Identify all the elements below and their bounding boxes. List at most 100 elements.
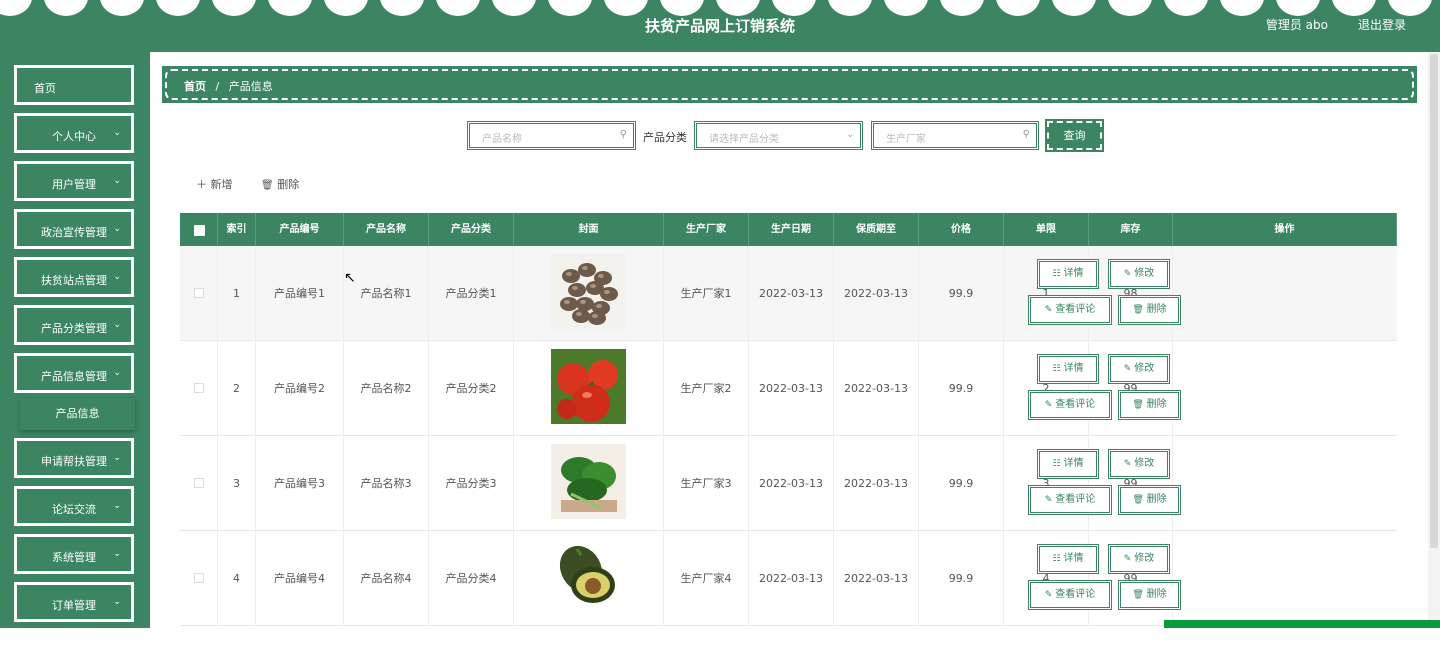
view-comments-button[interactable]: ✎ 查看评论 xyxy=(1028,390,1112,420)
scallop-shape xyxy=(156,0,200,16)
sidebar-item[interactable]: 用户管理 ⌄ xyxy=(14,161,134,201)
chevron-down-icon: ⌄ xyxy=(113,224,121,234)
row-delete-button[interactable]: 🗑 删除 xyxy=(1118,295,1181,325)
document-icon: ☷ xyxy=(1052,459,1064,469)
scallop-shape xyxy=(604,0,648,16)
row-delete-button-label: 删除 xyxy=(1146,494,1167,505)
column-header: 产品名称 xyxy=(344,213,429,246)
table-cell-price: 99.9 xyxy=(919,531,1004,626)
table-cell-category: 产品分类1 xyxy=(429,246,514,341)
select-all-checkbox[interactable] xyxy=(194,225,205,236)
table-row: 3 产品编号3 产品名称3 产品分类3 生产厂家3 2022-03-13 2022-03-1… xyxy=(180,436,1397,531)
table-cell-code: 产品编号2 xyxy=(256,341,344,436)
scallop-shape xyxy=(380,0,424,16)
search-button[interactable]: 查询 xyxy=(1045,119,1104,152)
edit-button[interactable]: ✎ 修改 xyxy=(1108,259,1170,289)
breadcrumb-home[interactable]: 首页 xyxy=(184,80,206,93)
row-checkbox[interactable] xyxy=(194,573,204,583)
table-cell-expiry: 2022-03-13 xyxy=(834,531,919,626)
row-delete-button[interactable]: 🗑 删除 xyxy=(1118,390,1181,420)
breadcrumb: 首页 / 产品信息 xyxy=(162,66,1417,103)
row-checkbox[interactable] xyxy=(194,288,204,298)
column-header: 产品编号 xyxy=(256,213,344,246)
table-cell-prod_date: 2022-03-13 xyxy=(749,531,834,626)
scallop-shape xyxy=(1052,0,1096,16)
detail-button[interactable]: ☷ 详情 xyxy=(1037,544,1099,574)
detail-button[interactable]: ☷ 详情 xyxy=(1037,259,1099,289)
row-delete-button[interactable]: 🗑 删除 xyxy=(1118,485,1181,515)
row-checkbox[interactable] xyxy=(194,383,204,393)
detail-button[interactable]: ☷ 详情 xyxy=(1037,354,1099,384)
product-name-search-input[interactable]: 产品名称 ⚲ xyxy=(467,121,636,150)
table-cell-expiry: 2022-03-13 xyxy=(834,246,919,341)
batch-delete-button[interactable]: 🗑 删除 xyxy=(261,176,299,192)
chevron-down-icon: ⌄ xyxy=(113,320,121,330)
logout-link[interactable]: 退出登录 xyxy=(1358,16,1406,33)
table-cell-price: 99.9 xyxy=(919,436,1004,531)
column-header: 操作 xyxy=(1173,213,1397,246)
pencil-icon: ✎ xyxy=(1123,269,1135,279)
document-icon: ☷ xyxy=(1052,364,1064,374)
top-header: 扶贫产品网上订销系统 管理员 abo 退出登录 xyxy=(0,0,1440,52)
row-select-cell xyxy=(180,531,218,626)
sidebar-subitem-product-info[interactable]: 产品信息 xyxy=(20,398,135,430)
search-icon: ⚲ xyxy=(619,129,627,140)
scallop-shape xyxy=(324,0,368,16)
edit-button[interactable]: ✎ 修改 xyxy=(1108,544,1170,574)
trash-icon: 🗑 xyxy=(1132,495,1147,505)
row-checkbox[interactable] xyxy=(194,478,204,488)
table-row: 2 产品编号2 产品名称2 产品分类2 生产厂家2 2022-03-13 2022-03-1… xyxy=(180,341,1397,436)
edit-button[interactable]: ✎ 修改 xyxy=(1108,449,1170,479)
view-comments-button[interactable]: ✎ 查看评论 xyxy=(1028,580,1112,610)
pencil-icon: ✎ xyxy=(1123,459,1135,469)
row-delete-button[interactable]: 🗑 删除 xyxy=(1118,580,1181,610)
pencil-icon: ✎ xyxy=(1044,305,1056,315)
column-header: 封面 xyxy=(514,213,664,246)
search-icon: ⚲ xyxy=(1022,129,1030,140)
sidebar-item[interactable]: 产品分类管理 ⌄ xyxy=(14,305,134,345)
table-cell-price: 99.9 xyxy=(919,341,1004,436)
admin-user-label: 管理员 abo xyxy=(1265,18,1328,32)
chevron-down-icon: ⌄ xyxy=(113,597,121,607)
sidebar-item[interactable]: 论坛交流 ⌄ xyxy=(14,486,134,526)
table-cell-maker: 生产厂家1 xyxy=(664,246,749,341)
column-header: 保质期至 xyxy=(834,213,919,246)
sidebar-item[interactable]: 产品信息管理 ⌄ xyxy=(14,353,134,393)
trash-icon: 🗑 xyxy=(1132,590,1147,600)
maker-search-input[interactable]: 生产厂家 ⚲ xyxy=(871,121,1039,150)
category-select[interactable]: 请选择产品分类 ⌄ xyxy=(694,121,863,150)
scrollbar-thumb[interactable] xyxy=(1430,54,1438,548)
table-cell-category: 产品分类3 xyxy=(429,436,514,531)
view-comments-button[interactable]: ✎ 查看评论 xyxy=(1028,295,1112,325)
cover-cell xyxy=(514,531,664,626)
sidebar-item[interactable]: 首页 xyxy=(14,65,134,105)
scallop-shape xyxy=(1332,0,1376,16)
pencil-icon: ✎ xyxy=(1044,590,1056,600)
view-comments-button[interactable]: ✎ 查看评论 xyxy=(1028,485,1112,515)
detail-button[interactable]: ☷ 详情 xyxy=(1037,449,1099,479)
mouse-cursor-icon: ↖ xyxy=(344,270,356,286)
chevron-down-icon: ⌄ xyxy=(113,128,121,138)
chevron-down-icon: ⌄ xyxy=(113,549,121,559)
table-cell-name: 产品名称4 xyxy=(344,531,429,626)
scallop-shape xyxy=(100,0,144,16)
app-title: 扶贫产品网上订销系统 xyxy=(644,17,795,35)
table-cell-prod_date: 2022-03-13 xyxy=(749,341,834,436)
sidebar-item[interactable]: 订单管理 ⌄ xyxy=(14,582,134,622)
sidebar-item[interactable]: 扶贫站点管理 ⌄ xyxy=(14,257,134,297)
sidebar-item[interactable]: 个人中心 ⌄ xyxy=(14,113,134,153)
edit-button[interactable]: ✎ 修改 xyxy=(1108,354,1170,384)
sidebar-item[interactable]: 政治宣传管理 ⌄ xyxy=(14,209,134,249)
chevron-down-icon: ⌄ xyxy=(113,501,121,511)
scallop-shape xyxy=(660,0,704,16)
pencil-icon: ✎ xyxy=(1044,495,1056,505)
product-cover-image xyxy=(551,349,626,424)
table-cell-maker: 生产厂家4 xyxy=(664,531,749,626)
row-select-cell xyxy=(180,341,218,436)
pencil-icon: ✎ xyxy=(1123,364,1135,374)
table-cell-prod_date: 2022-03-13 xyxy=(749,246,834,341)
maker-placeholder: 生产厂家 xyxy=(886,134,926,145)
sidebar-item[interactable]: 申请帮扶管理 ⌄ xyxy=(14,438,134,478)
sidebar-item[interactable]: 系统管理 ⌄ xyxy=(14,534,134,574)
add-button[interactable]: ＋ 新增 xyxy=(196,176,233,192)
